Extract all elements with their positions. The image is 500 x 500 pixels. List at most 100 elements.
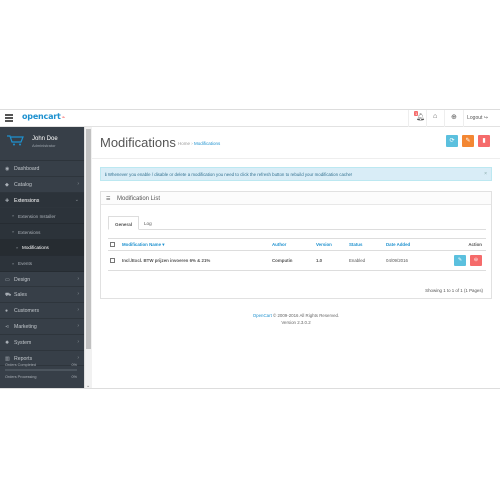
cell-author[interactable]: Computin xyxy=(270,250,314,271)
stat-label: Orders Processing xyxy=(5,375,37,379)
page-header: Modifications Home › Modifications ⟳ ✎ ▮ xyxy=(92,127,500,159)
tab-log[interactable]: Log xyxy=(138,216,158,230)
monitor-icon: ▭ xyxy=(5,276,10,283)
row-checkbox[interactable] xyxy=(110,257,115,263)
breadcrumb-separator: › xyxy=(191,141,193,146)
footer-version: Version 2.3.0.2 xyxy=(281,320,311,325)
select-all-checkbox[interactable] xyxy=(110,241,115,247)
sidebar-item-customers[interactable]: ● Customers › xyxy=(0,303,84,319)
col-name[interactable]: Modification Name ▾ xyxy=(120,238,270,251)
sidebar-item-label: Customers xyxy=(14,308,40,315)
cell-status: Enabled xyxy=(347,250,384,271)
page-title: Modifications xyxy=(100,135,176,150)
sidebar-scrollbar[interactable]: ⌄ xyxy=(84,127,92,388)
header-divider xyxy=(463,110,464,127)
sidebar: John Doe Administrator ◉ Dashboard ◆ Cat… xyxy=(0,127,84,388)
tag-icon: ◆ xyxy=(5,181,9,188)
scroll-down-arrow-icon[interactable]: ⌄ xyxy=(86,383,90,388)
stat-orders-completed: Orders Completed 0% xyxy=(5,363,77,375)
cell-date-added: 04/09/2016 xyxy=(384,250,436,271)
globe-icon[interactable]: ⊕ xyxy=(451,113,457,121)
sidebar-item-sales[interactable]: ⛟ Sales › xyxy=(0,287,84,304)
stat-orders-processing: Orders Processing 0% xyxy=(5,375,77,387)
sidebar-subitem-label: Extensions xyxy=(18,229,41,235)
stat-percent: 0% xyxy=(71,363,78,367)
sidebar-item-catalog[interactable]: ◆ Catalog › xyxy=(0,177,84,193)
stat-percent: 0% xyxy=(71,375,78,379)
header-divider xyxy=(408,110,409,127)
cell-action: ✎ ⊖ xyxy=(436,250,486,271)
clear-button[interactable]: ✎ xyxy=(462,135,474,147)
footer: OpenCart © 2009-2016 All Rights Reserved… xyxy=(92,312,500,326)
close-icon[interactable]: × xyxy=(484,171,487,177)
panel-heading: ☰ Modification List xyxy=(101,192,491,205)
progress-bar xyxy=(5,369,77,371)
sidebar-subitem-extensions[interactable]: » Extensions xyxy=(0,224,84,240)
col-status[interactable]: Status xyxy=(347,238,384,251)
logo-text: opencart xyxy=(22,112,61,121)
menu-toggle-icon[interactable] xyxy=(5,114,13,122)
profile-role: Administrator xyxy=(32,143,56,148)
table-header-row: Modification Name ▾ Author Version Statu… xyxy=(108,238,486,251)
cart-icon: ⛟ xyxy=(5,292,12,299)
user-profile[interactable]: John Doe Administrator xyxy=(0,127,84,161)
angle-right-icon: » xyxy=(12,260,15,266)
chevron-right-icon: › xyxy=(77,322,79,329)
sidebar-subitem-events[interactable]: » Events xyxy=(0,255,84,272)
sidebar-item-label: Dashboard xyxy=(14,166,40,172)
sidebar-item-design[interactable]: ▭ Design › xyxy=(0,272,84,288)
sidebar-item-dashboard[interactable]: ◉ Dashboard xyxy=(0,161,84,177)
header-divider xyxy=(426,110,427,127)
delete-log-button[interactable]: ▮ xyxy=(478,135,490,147)
edit-button[interactable]: ✎ xyxy=(454,255,466,266)
logo-cart-icon: ⌁ xyxy=(61,114,66,121)
tab-general[interactable]: General xyxy=(108,216,140,230)
user-icon: ● xyxy=(5,308,9,315)
disable-button[interactable]: ⊖ xyxy=(470,255,482,266)
top-header: opencart⌁ 🔔︎ 1 ⌂ ⊕ Logout ↪ xyxy=(0,110,500,127)
home-icon[interactable]: ⌂ xyxy=(433,113,437,120)
puzzle-icon: ✚ xyxy=(5,197,10,204)
breadcrumb-home[interactable]: Home xyxy=(178,141,190,146)
col-version[interactable]: Version xyxy=(314,238,347,251)
sidebar-item-label: Sales xyxy=(14,292,27,299)
eraser-icon: ✎ xyxy=(465,138,471,144)
sidebar-item-label: System xyxy=(14,339,32,346)
col-date-added[interactable]: Date Added xyxy=(384,238,436,251)
chevron-right-icon: › xyxy=(77,307,79,314)
dashboard-icon: ◉ xyxy=(5,166,10,172)
angle-right-icon: » xyxy=(12,213,15,219)
admin-app: opencart⌁ 🔔︎ 1 ⌂ ⊕ Logout ↪ John Doe Adm… xyxy=(0,109,500,389)
tab-bar: General Log xyxy=(108,216,486,230)
pagination-summary: Showing 1 to 1 of 1 (1 Pages) xyxy=(425,288,483,293)
sidebar-item-marketing[interactable]: ⋖ Marketing › xyxy=(0,319,84,335)
avatar-cart-icon xyxy=(7,135,24,146)
col-author[interactable]: Author xyxy=(270,238,314,251)
breadcrumb-current[interactable]: Modifications xyxy=(194,141,220,146)
sidebar-item-label: Marketing xyxy=(14,323,37,330)
opencart-logo[interactable]: opencart⌁ xyxy=(22,112,65,121)
sidebar-item-system[interactable]: ✹ System › xyxy=(0,335,84,351)
trash-icon: ▮ xyxy=(482,138,486,144)
list-icon: ☰ xyxy=(106,195,111,202)
bar-chart-icon: ▥ xyxy=(5,355,10,362)
footer-copyright: © 2009-2016 All Rights Reserved. xyxy=(271,313,340,318)
chevron-right-icon: › xyxy=(77,291,79,298)
cog-icon: ✹ xyxy=(5,339,10,346)
notification-badge: 1 xyxy=(414,111,419,116)
breadcrumb: Home › Modifications xyxy=(178,141,220,146)
refresh-button[interactable]: ⟳ xyxy=(446,135,458,147)
chevron-right-icon: › xyxy=(77,180,79,187)
logout-link[interactable]: Logout ↪ xyxy=(467,115,488,121)
sidebar-item-extensions[interactable]: ✚ Extensions ⌄ xyxy=(0,192,84,209)
angle-right-icon: » xyxy=(12,229,15,235)
scrollbar-thumb[interactable] xyxy=(86,129,91,349)
sidebar-subitem-label: Extension Installer xyxy=(18,213,56,219)
chevron-right-icon: › xyxy=(77,338,79,345)
sidebar-subitem-extension-installer[interactable]: » Extension Installer xyxy=(0,208,84,225)
sidebar-subitem-modifications[interactable]: » Modifications xyxy=(0,239,84,256)
main-content: Modifications Home › Modifications ⟳ ✎ ▮… xyxy=(92,127,500,388)
header-divider xyxy=(444,110,445,127)
sidebar-subitem-label: Events xyxy=(18,261,33,267)
footer-brand-link[interactable]: OpenCart xyxy=(253,313,272,318)
